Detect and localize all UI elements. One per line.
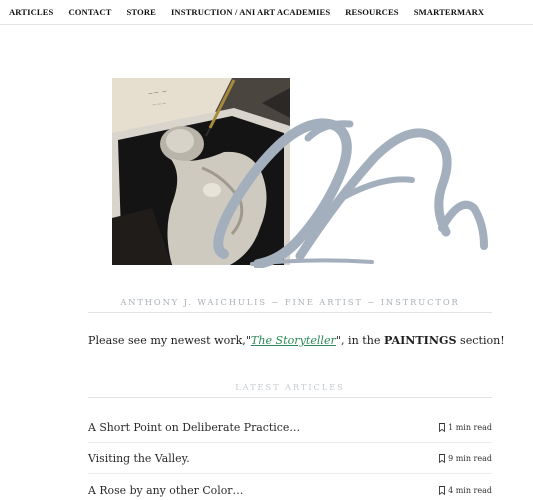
- article-item[interactable]: A Rose by any other Color… 4 min read: [88, 475, 492, 500]
- article-title[interactable]: A Short Point on Deliberate Practice…: [88, 421, 300, 434]
- site-tagline: ANTHONY J. WAICHULIS ~ FINE ARTIST ~ INS…: [120, 297, 460, 307]
- latest-articles-heading: LATEST ARTICLES: [235, 382, 345, 392]
- read-time-label: 4 min read: [448, 485, 492, 495]
- read-time: 9 min read: [439, 454, 492, 463]
- article-title[interactable]: A Rose by any other Color…: [88, 484, 243, 497]
- read-time-label: 9 min read: [448, 454, 492, 463]
- nav-resources[interactable]: RESOURCES: [345, 7, 398, 17]
- article-item[interactable]: A Short Point on Deliberate Practice… 1 …: [88, 413, 492, 443]
- newest-work-notice: Please see my newest work,"The Storytell…: [88, 334, 505, 347]
- read-time: 4 min read: [439, 486, 492, 495]
- nav-smartermarx[interactable]: SMARTERMARX: [414, 7, 485, 17]
- read-time-label: 1 min read: [448, 423, 492, 432]
- notice-middle: ", in the: [335, 334, 384, 347]
- nav-store[interactable]: STORE: [126, 7, 155, 17]
- nav-articles[interactable]: ARTICLES: [9, 7, 53, 17]
- bookmark-icon: [439, 454, 446, 463]
- article-item[interactable]: Visiting the Valley. 9 min read: [88, 444, 492, 474]
- article-title[interactable]: Visiting the Valley.: [88, 452, 190, 465]
- notice-prefix: Please see my newest work,": [88, 334, 251, 347]
- hero-banner: ~~ ~ ~~~: [112, 78, 492, 268]
- signature-mark-icon: [213, 118, 488, 268]
- paintings-section-name: PAINTINGS: [383, 334, 457, 347]
- divider: [88, 397, 492, 398]
- newest-work-link[interactable]: The Storyteller: [251, 334, 336, 347]
- nav-instruction[interactable]: INSTRUCTION / ANI ART ACADEMIES: [171, 7, 330, 17]
- notice-suffix: section!: [456, 334, 505, 347]
- nav-contact[interactable]: CONTACT: [68, 7, 111, 17]
- bookmark-icon: [439, 423, 446, 432]
- top-navigation: ARTICLES CONTACT STORE INSTRUCTION / ANI…: [0, 0, 533, 25]
- divider: [88, 312, 492, 313]
- read-time: 1 min read: [439, 423, 492, 432]
- bookmark-icon: [439, 485, 446, 495]
